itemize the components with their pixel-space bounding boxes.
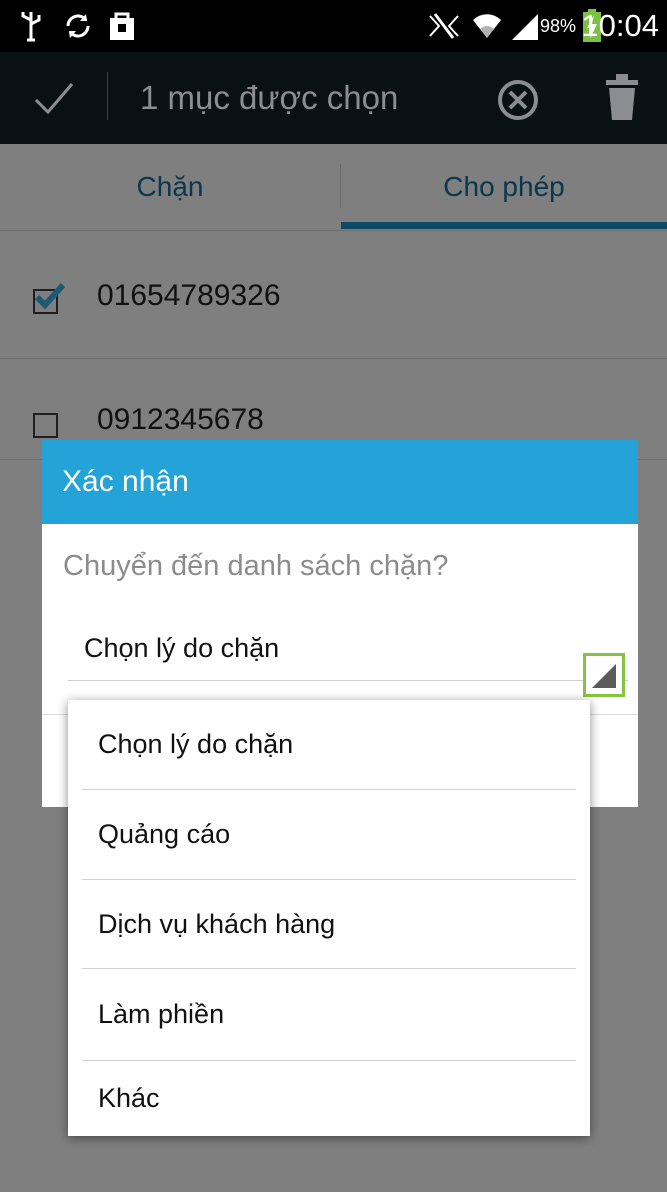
done-check-icon[interactable] xyxy=(32,78,76,123)
dialog-title: Xác nhận xyxy=(42,440,638,524)
dropdown-option[interactable]: Chọn lý do chặn xyxy=(68,700,590,789)
usb-icon xyxy=(18,8,44,44)
dialog-question: Chuyển đến danh sách chặn? xyxy=(63,550,449,582)
spinner-dropdown-arrow-icon[interactable] xyxy=(583,653,625,697)
tab-bar: Chặn Cho phép xyxy=(0,144,667,230)
cancel-selection-icon[interactable] xyxy=(496,78,540,127)
tab-separator xyxy=(340,164,341,208)
list-item[interactable]: 01654789326 xyxy=(0,231,667,358)
phone-number: 0912345678 xyxy=(97,403,264,436)
dropdown-option[interactable]: Khác xyxy=(68,1061,590,1136)
clock: 10:04 xyxy=(581,8,659,43)
shopping-bag-icon xyxy=(108,8,136,44)
phone-number: 01654789326 xyxy=(97,279,281,312)
action-bar-divider xyxy=(107,72,108,120)
dropdown-option[interactable]: Làm phiền xyxy=(68,969,590,1060)
selection-count-title: 1 mục được chọn xyxy=(140,79,399,116)
dropdown-option[interactable]: Quảng cáo xyxy=(68,790,590,879)
spinner-underline xyxy=(68,680,628,681)
sync-icon xyxy=(62,8,94,44)
delete-trash-icon[interactable] xyxy=(604,72,640,127)
reason-dropdown-list: Chọn lý do chặn Quảng cáo Dịch vụ khách … xyxy=(68,700,590,1136)
selected-tab-indicator xyxy=(341,222,667,229)
wifi-icon xyxy=(470,8,504,44)
row-checkbox-checked[interactable] xyxy=(33,282,66,314)
status-bar: 98% 10:04 xyxy=(0,0,667,52)
tab-block[interactable]: Chặn xyxy=(0,144,340,230)
signal-icon xyxy=(510,8,540,44)
no-sim-icon xyxy=(427,8,461,44)
dropdown-option[interactable]: Dịch vụ khách hàng xyxy=(68,880,590,968)
row-checkbox[interactable] xyxy=(33,413,58,438)
reason-spinner[interactable]: Chọn lý do chặn xyxy=(84,633,279,664)
tab-allow[interactable]: Cho phép xyxy=(341,144,667,230)
battery-percent: 98% xyxy=(540,15,577,36)
